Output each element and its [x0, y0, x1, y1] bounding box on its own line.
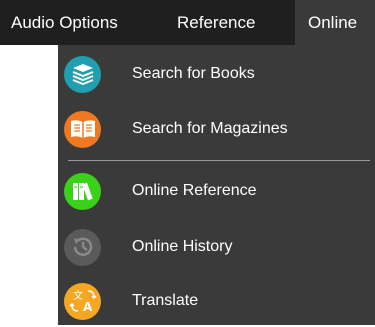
menu-item-label: Translate: [132, 292, 199, 309]
menu-separator: [68, 160, 370, 161]
menu-item-search-magazines[interactable]: Search for Magazines: [58, 103, 375, 155]
menu-item-translate[interactable]: 文 A Translate: [58, 275, 375, 327]
history-clock-icon: [64, 228, 101, 266]
menu-item-search-books[interactable]: Search for Books: [58, 48, 375, 100]
svg-text:A: A: [83, 300, 93, 314]
background-area: [0, 45, 58, 325]
menu-audio-options-label: Audio Options: [11, 12, 118, 32]
menu-online[interactable]: Online: [295, 0, 375, 45]
menu-item-label: Online History: [132, 238, 233, 255]
menu-reference-label: Reference: [177, 12, 256, 32]
menu-item-label: Search for Books: [132, 65, 255, 82]
books-stack-icon: [64, 55, 101, 93]
menu-audio-options[interactable]: Audio Options: [0, 0, 160, 45]
online-dropdown-menu: Search for Books Search for Magazines On…: [58, 45, 375, 325]
menubar: Audio Options Reference Online: [0, 0, 375, 45]
menu-item-label: Search for Magazines: [132, 120, 288, 137]
open-magazine-icon: [64, 110, 101, 148]
menu-item-online-reference[interactable]: Online Reference: [58, 165, 375, 217]
menu-reference[interactable]: Reference: [160, 0, 295, 45]
svg-text:文: 文: [73, 289, 83, 302]
reference-books-icon: [64, 172, 101, 210]
translate-icon: 文 A: [64, 282, 101, 320]
menu-item-label: Online Reference: [132, 182, 257, 199]
menu-online-label: Online: [308, 12, 358, 32]
menu-item-online-history[interactable]: Online History: [58, 221, 375, 273]
